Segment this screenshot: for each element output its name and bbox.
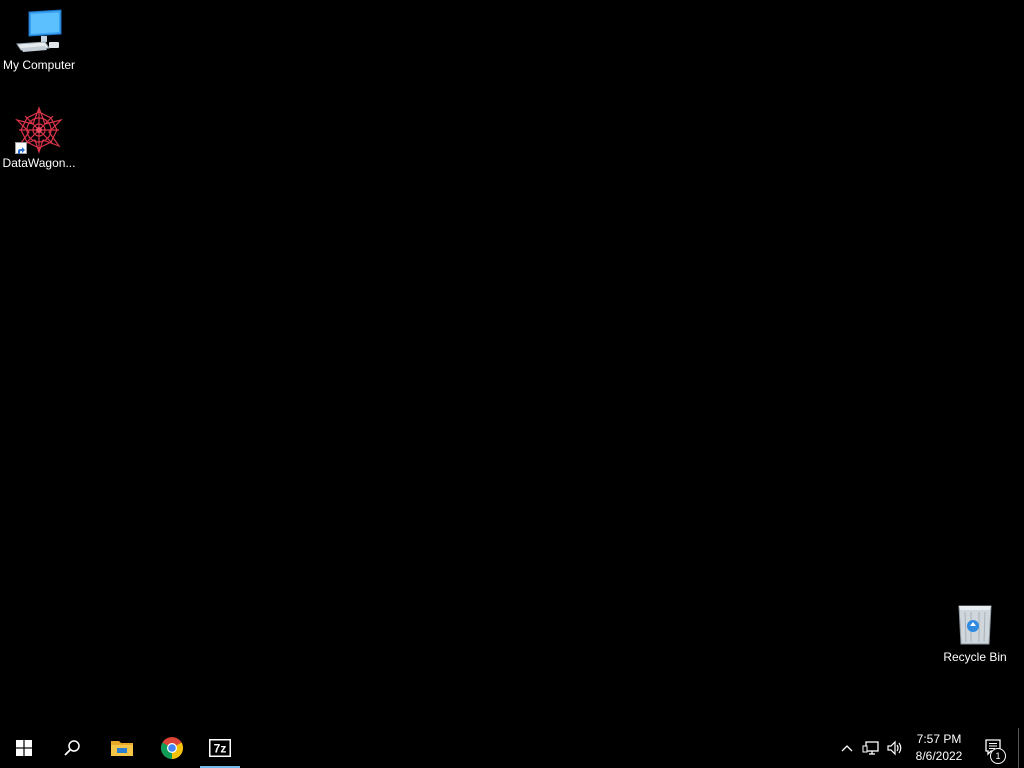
shortcut-arrow-icon — [15, 142, 27, 154]
desktop-icon-my-computer[interactable]: My Computer — [0, 8, 78, 73]
network-icon — [862, 741, 879, 755]
show-desktop-button[interactable] — [1018, 728, 1024, 768]
computer-icon — [15, 8, 63, 56]
taskbar-7zip[interactable]: 7z — [200, 728, 240, 768]
show-hidden-icons-button[interactable] — [836, 728, 858, 768]
desktop-icon-recycle-bin[interactable]: Recycle Bin — [936, 600, 1014, 665]
volume-icon — [887, 740, 902, 756]
desktop-icon-datawagon[interactable]: DataWagon... — [0, 106, 78, 171]
7zip-icon-text: 7z — [214, 742, 227, 756]
desktop-icon-label: My Computer — [2, 58, 76, 72]
desktop-icon-label: DataWagon... — [2, 156, 76, 170]
taskbar-chrome[interactable] — [148, 728, 196, 768]
clock-time: 7:57 PM — [916, 732, 962, 746]
clock-date: 8/6/2022 — [915, 749, 963, 763]
windows-logo-icon — [16, 740, 32, 756]
folder-icon — [111, 741, 133, 756]
7zip-icon: 7z — [209, 739, 231, 757]
chrome-icon — [161, 737, 183, 759]
taskbar-file-explorer[interactable] — [98, 728, 146, 768]
search-icon — [64, 740, 80, 756]
start-button[interactable] — [0, 728, 48, 768]
desktop-icon-label: Recycle Bin — [943, 650, 1007, 664]
notification-count-badge: 1 — [990, 748, 1006, 764]
datawagon-icon — [15, 106, 63, 154]
recycle-bin-icon — [951, 600, 999, 648]
taskbar: 7z 7:57 PM 8/6/2022 1 — [0, 728, 1024, 768]
volume-button[interactable] — [884, 728, 906, 768]
search-button[interactable] — [48, 728, 96, 768]
chevron-up-icon — [841, 745, 853, 752]
clock[interactable]: 7:57 PM 8/6/2022 — [906, 728, 972, 768]
desktop: My Computer DataWagon... Recycle Bin — [0, 0, 1024, 728]
network-button[interactable] — [860, 728, 882, 768]
